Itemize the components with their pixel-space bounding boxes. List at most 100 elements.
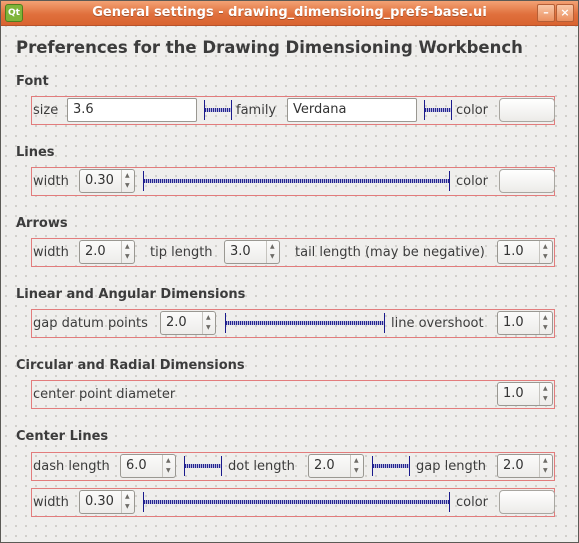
center-point-diameter-spinbox[interactable]: 1.0 ▲ ▼	[497, 382, 553, 406]
arrows-tip-length-label: tip length	[150, 245, 213, 260]
lines-width-spinbox[interactable]: 0.30 ▲ ▼	[79, 169, 135, 193]
title-bar[interactable]: Qt General settings - drawing_dimensioin…	[1, 1, 578, 26]
section-lines-label: Lines	[16, 145, 55, 160]
font-size-slider[interactable]	[204, 100, 232, 120]
line-overshoot-label: line overshoot	[391, 316, 484, 331]
lines-width-label: width	[33, 174, 69, 189]
spin-up-icon[interactable]: ▲	[125, 173, 130, 179]
font-family-slider[interactable]	[424, 100, 452, 120]
center-lines-width-spinbox[interactable]: 0.30 ▲ ▼	[79, 490, 135, 514]
spin-value: 2.0	[314, 458, 335, 473]
spin-arrows[interactable]: ▲ ▼	[539, 455, 552, 477]
dot-length-spinbox[interactable]: 2.0 ▲ ▼	[308, 454, 364, 478]
center-lines-color-label: color	[456, 495, 489, 510]
arrows-width-label: width	[33, 245, 69, 260]
spin-up-icon[interactable]: ▲	[125, 494, 130, 500]
spin-arrows[interactable]: ▲ ▼	[121, 491, 134, 513]
arrows-width-spinbox[interactable]: 2.0 ▲ ▼	[79, 240, 135, 264]
spin-down-icon[interactable]: ▼	[125, 183, 130, 189]
spin-arrows[interactable]: ▲ ▼	[539, 383, 552, 405]
section-arrows-label: Arrows	[16, 216, 68, 231]
arrows-tip-length-spinbox[interactable]: 3.0 ▲ ▼	[224, 240, 280, 264]
section-center-lines-label: Center Lines	[16, 429, 109, 444]
font-family-input[interactable]: Verdana	[287, 98, 417, 122]
spin-value: 2.0	[85, 244, 106, 259]
spin-value: 0.30	[85, 494, 114, 509]
spin-down-icon[interactable]: ▼	[125, 504, 130, 510]
center-lines-width-label: width	[33, 495, 69, 510]
spin-up-icon[interactable]: ▲	[543, 244, 548, 250]
spin-value: 1.0	[503, 315, 524, 330]
lines-color-button[interactable]	[499, 169, 555, 193]
center-point-diameter-label: center point diameter	[33, 387, 176, 402]
font-color-button[interactable]	[499, 98, 555, 122]
gap-datum-points-label: gap datum points	[33, 316, 148, 331]
font-color-label: color	[456, 103, 489, 118]
line-overshoot-spinbox[interactable]: 1.0 ▲ ▼	[497, 311, 553, 335]
spin-value: 3.0	[230, 244, 251, 259]
spin-arrows[interactable]: ▲ ▼	[266, 241, 279, 263]
spin-down-icon[interactable]: ▼	[270, 254, 275, 260]
spin-down-icon[interactable]: ▼	[543, 396, 548, 402]
spin-up-icon[interactable]: ▲	[166, 458, 171, 464]
spin-value: 2.0	[166, 315, 187, 330]
spin-up-icon[interactable]: ▲	[543, 315, 548, 321]
font-size-input[interactable]: 3.6	[67, 98, 197, 122]
spin-up-icon[interactable]: ▲	[543, 386, 548, 392]
dot-length-label: dot length	[228, 459, 295, 474]
spin-down-icon[interactable]: ▼	[206, 325, 211, 331]
close-button[interactable]: ×	[556, 4, 574, 22]
section-circular-radial-label: Circular and Radial Dimensions	[16, 358, 245, 373]
slider-track	[205, 108, 231, 112]
window-title: General settings - drawing_dimensioing_p…	[92, 5, 487, 20]
center-lines-width-slider[interactable]	[143, 492, 450, 512]
spin-arrows[interactable]: ▲ ▼	[162, 455, 175, 477]
lines-group: width 0.30 ▲ ▼ color	[31, 167, 555, 196]
spin-value: 6.0	[126, 458, 147, 473]
center-lines-width-group: width 0.30 ▲ ▼ color	[31, 488, 555, 517]
dot-length-slider[interactable]	[372, 456, 410, 476]
gap-length-label: gap length	[416, 459, 487, 474]
spin-down-icon[interactable]: ▼	[166, 468, 171, 474]
spin-arrows[interactable]: ▲ ▼	[539, 241, 552, 263]
spin-arrows[interactable]: ▲ ▼	[121, 170, 134, 192]
spin-up-icon[interactable]: ▲	[125, 244, 130, 250]
lines-color-label: color	[456, 174, 489, 189]
spin-up-icon[interactable]: ▲	[270, 244, 275, 250]
spin-arrows[interactable]: ▲ ▼	[539, 312, 552, 334]
spin-arrows[interactable]: ▲ ▼	[350, 455, 363, 477]
spin-down-icon[interactable]: ▼	[543, 325, 548, 331]
spin-arrows[interactable]: ▲ ▼	[202, 312, 215, 334]
lines-width-slider[interactable]	[143, 171, 450, 191]
spin-up-icon[interactable]: ▲	[543, 458, 548, 464]
spin-up-icon[interactable]: ▲	[206, 315, 211, 321]
gap-datum-points-spinbox[interactable]: 2.0 ▲ ▼	[160, 311, 216, 335]
slider-track	[425, 108, 451, 112]
settings-window: Qt General settings - drawing_dimensioin…	[0, 0, 579, 543]
center-lines-color-button[interactable]	[499, 490, 555, 514]
gap-length-spinbox[interactable]: 2.0 ▲ ▼	[497, 454, 553, 478]
font-family-label: family	[236, 103, 277, 118]
spin-value: 0.30	[85, 173, 114, 188]
page-heading: Preferences for the Drawing Dimensioning…	[16, 38, 523, 57]
linear-angular-group: gap datum points 2.0 ▲ ▼ line overshoot 1…	[31, 309, 555, 338]
arrows-tail-length-spinbox[interactable]: 1.0 ▲ ▼	[497, 240, 553, 264]
spin-arrows[interactable]: ▲ ▼	[121, 241, 134, 263]
slider-track	[144, 500, 449, 504]
font-size-label: size	[33, 103, 59, 118]
spin-down-icon[interactable]: ▼	[125, 254, 130, 260]
dash-length-slider[interactable]	[184, 456, 222, 476]
dash-length-spinbox[interactable]: 6.0 ▲ ▼	[120, 454, 176, 478]
center-lines-group: dash length 6.0 ▲ ▼ dot length 2.0 ▲ ▼ gap…	[31, 452, 555, 481]
spin-down-icon[interactable]: ▼	[543, 468, 548, 474]
spin-down-icon[interactable]: ▼	[543, 254, 548, 260]
spin-down-icon[interactable]: ▼	[354, 468, 359, 474]
gap-datum-points-slider[interactable]	[225, 313, 385, 333]
section-linear-angular-label: Linear and Angular Dimensions	[16, 287, 246, 302]
arrows-group: width 2.0 ▲ ▼ tip length 3.0 ▲ ▼ tail leng…	[31, 238, 555, 267]
circular-radial-group: center point diameter 1.0 ▲ ▼	[31, 380, 555, 409]
spin-up-icon[interactable]: ▲	[354, 458, 359, 464]
slider-track	[373, 464, 409, 468]
spin-value: 1.0	[503, 386, 524, 401]
minimize-button[interactable]: –	[537, 4, 555, 22]
